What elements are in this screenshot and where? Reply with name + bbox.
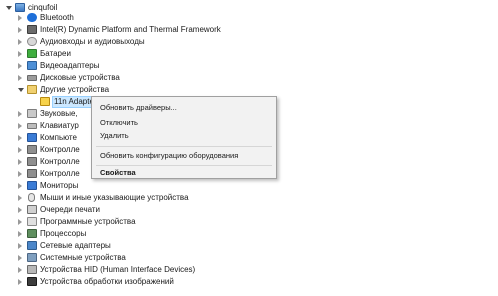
context-menu: Обновить драйверы... Отключить Удалить О… xyxy=(91,96,277,179)
collapse-arrow-icon[interactable] xyxy=(18,51,22,57)
tree-node-label: Звуковые, xyxy=(40,109,78,118)
tree-node-label: Очереди печати xyxy=(40,205,101,214)
speaker-icon xyxy=(27,37,37,46)
controller-icon xyxy=(27,145,37,154)
warning-device-icon xyxy=(40,97,50,106)
tree-node-label: Батареи xyxy=(40,49,71,58)
other-devices-icon xyxy=(27,85,37,94)
collapse-arrow-icon[interactable] xyxy=(18,243,22,249)
tree-node-label: Устройства HID (Human Interface Devices) xyxy=(40,265,196,274)
collapse-arrow-icon[interactable] xyxy=(18,195,22,201)
tree-node-label: Мыши и иные указывающие устройства xyxy=(40,193,189,202)
menu-item-disable[interactable]: Отключить xyxy=(92,117,276,129)
tree-node-label: Аудиовходы и аудиовыходы xyxy=(40,37,145,46)
tree-node-label: Процессоры xyxy=(40,229,87,238)
controller-icon xyxy=(27,169,37,178)
tree-node-label: Компьюте xyxy=(40,133,77,142)
controller-icon xyxy=(27,157,37,166)
keyboard-icon xyxy=(27,123,37,129)
software-device-icon xyxy=(27,217,37,226)
menu-item-update-drivers[interactable]: Обновить драйверы... xyxy=(92,102,276,114)
tree-node-label: Устройства обработки изображений xyxy=(40,277,174,286)
sound-icon xyxy=(27,109,37,118)
collapse-arrow-icon[interactable] xyxy=(18,111,22,117)
collapse-arrow-icon[interactable] xyxy=(18,27,22,33)
system-device-icon xyxy=(27,253,37,262)
battery-icon xyxy=(27,49,37,58)
tree-node-label: Программные устройства xyxy=(40,217,136,226)
tree-node-label: Контролле xyxy=(40,145,80,154)
tree-node-label: Другие устройства xyxy=(40,85,110,94)
menu-item-delete[interactable]: Удалить xyxy=(92,130,276,142)
hid-icon xyxy=(27,265,37,274)
collapse-arrow-icon[interactable] xyxy=(18,171,22,177)
expand-arrow-icon[interactable] xyxy=(18,88,24,92)
collapse-arrow-icon[interactable] xyxy=(18,159,22,165)
tree-node-label: Системные устройства xyxy=(40,253,126,262)
bluetooth-icon xyxy=(27,13,37,22)
collapse-arrow-icon[interactable] xyxy=(18,219,22,225)
processor-icon xyxy=(27,229,37,238)
imaging-device-icon xyxy=(27,277,37,286)
disk-drive-icon xyxy=(27,75,37,81)
monitor-icon xyxy=(27,181,37,190)
computer-root-icon xyxy=(15,3,25,12)
expand-arrow-icon[interactable] xyxy=(6,6,12,10)
printer-icon xyxy=(27,205,37,214)
menu-item-properties[interactable]: Свойства xyxy=(92,167,276,179)
collapse-arrow-icon[interactable] xyxy=(18,279,22,285)
display-adapter-icon xyxy=(27,61,37,70)
collapse-arrow-icon[interactable] xyxy=(18,39,22,45)
chip-icon xyxy=(27,25,37,34)
computer-icon xyxy=(27,133,37,142)
tree-node-label: Bluetooth xyxy=(40,13,74,22)
tree-node-label: Контролле xyxy=(40,169,80,178)
tree-node-label: Клавиатур xyxy=(40,121,79,130)
tree-node-label: Intel(R) Dynamic Platform and Thermal Fr… xyxy=(40,25,221,34)
menu-item-scan-hardware[interactable]: Обновить конфигурацию оборудования xyxy=(92,150,276,162)
menu-separator xyxy=(96,165,272,166)
collapse-arrow-icon[interactable] xyxy=(18,267,22,273)
tree-node-label: Мониторы xyxy=(40,181,79,190)
collapse-arrow-icon[interactable] xyxy=(18,123,22,129)
collapse-arrow-icon[interactable] xyxy=(18,147,22,153)
tree-node-label: Видеоадаптеры xyxy=(40,61,100,70)
collapse-arrow-icon[interactable] xyxy=(18,183,22,189)
network-adapter-icon xyxy=(27,241,37,250)
tree-node-label: Контролле xyxy=(40,157,80,166)
tree-node-label: Сетевые адаптеры xyxy=(40,241,111,250)
mouse-icon xyxy=(28,193,35,202)
collapse-arrow-icon[interactable] xyxy=(18,63,22,69)
collapse-arrow-icon[interactable] xyxy=(18,15,22,21)
collapse-arrow-icon[interactable] xyxy=(18,231,22,237)
collapse-arrow-icon[interactable] xyxy=(18,207,22,213)
menu-separator xyxy=(96,146,272,147)
tree-node-label: Дисковые устройства xyxy=(40,73,120,82)
collapse-arrow-icon[interactable] xyxy=(18,135,22,141)
collapse-arrow-icon[interactable] xyxy=(18,75,22,81)
collapse-arrow-icon[interactable] xyxy=(18,255,22,261)
